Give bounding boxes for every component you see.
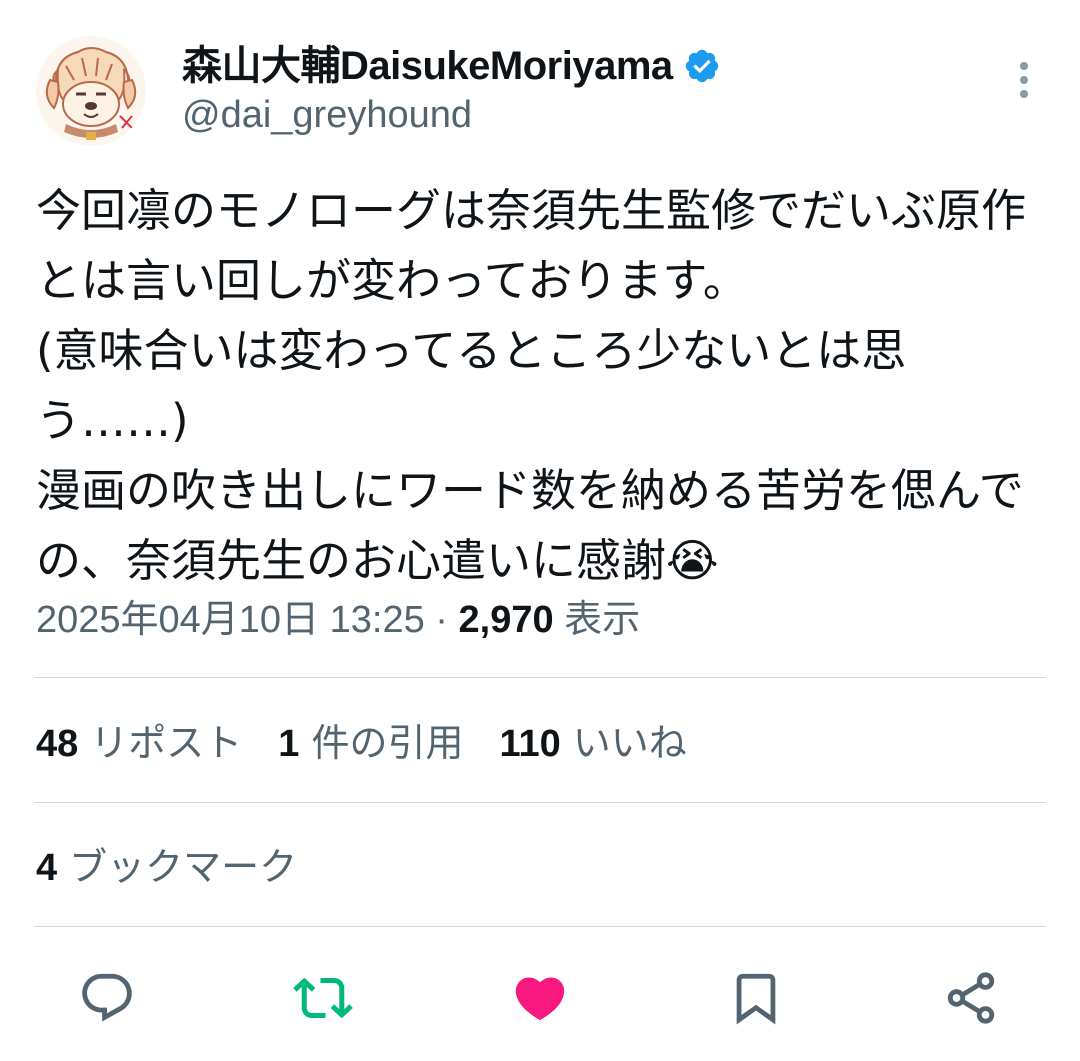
views-label: 表示 [564, 599, 641, 641]
avatar[interactable] [36, 36, 146, 146]
heart-icon [515, 977, 565, 1021]
divider [34, 677, 1046, 678]
bookmark-button[interactable] [726, 968, 786, 1028]
meta-separator: · [435, 599, 448, 641]
tweet-text: 今回凛のモノローグは奈須先生監修でだいぶ原作とは言い回しが変わっております。 (… [36, 184, 1027, 587]
quotes-label: 件の引用 [311, 723, 464, 765]
more-options-button[interactable] [1004, 58, 1044, 102]
more-vertical-icon [1020, 62, 1028, 98]
likes-label: いいね [572, 723, 687, 765]
display-name-row[interactable]: 森山大輔DaisukeMoriyama [182, 38, 721, 94]
share-icon [947, 972, 995, 1024]
share-button[interactable] [941, 968, 1001, 1028]
reposts-count: 48 [36, 723, 79, 765]
reply-icon [82, 973, 132, 1022]
divider [34, 802, 1046, 803]
reply-button[interactable] [77, 968, 137, 1028]
views-count: 2,970 [458, 599, 554, 641]
bookmarks-stat[interactable]: 4 ブックマーク [36, 842, 297, 894]
tweet-meta: 2025年04月10日 13:25 · 2,970 表示 [36, 594, 640, 646]
reposts-label: リポスト [90, 723, 243, 765]
reposts-stat[interactable]: 48 リポスト [36, 718, 242, 770]
bookmarks-label: ブックマーク [69, 847, 298, 889]
tweet-timestamp[interactable]: 2025年04月10日 13:25 [36, 599, 425, 641]
retweet-icon [293, 977, 353, 1019]
bookmark-icon [736, 973, 776, 1025]
bookmarks-count: 4 [36, 847, 58, 889]
like-button[interactable] [510, 968, 570, 1028]
quotes-count: 1 [278, 723, 300, 765]
avatar-image [36, 36, 146, 146]
retweet-button[interactable] [293, 968, 353, 1028]
display-name[interactable]: 森山大輔DaisukeMoriyama [182, 38, 673, 94]
engagement-stats: 48 リポスト 1 件の引用 110 いいね [36, 718, 723, 770]
verified-badge-icon [685, 49, 718, 83]
user-handle[interactable]: @dai_greyhound [182, 90, 472, 140]
quotes-stat[interactable]: 1 件の引用 [278, 718, 463, 770]
divider [34, 926, 1046, 927]
likes-stat[interactable]: 110 いいね [499, 718, 686, 770]
likes-count: 110 [499, 723, 561, 765]
